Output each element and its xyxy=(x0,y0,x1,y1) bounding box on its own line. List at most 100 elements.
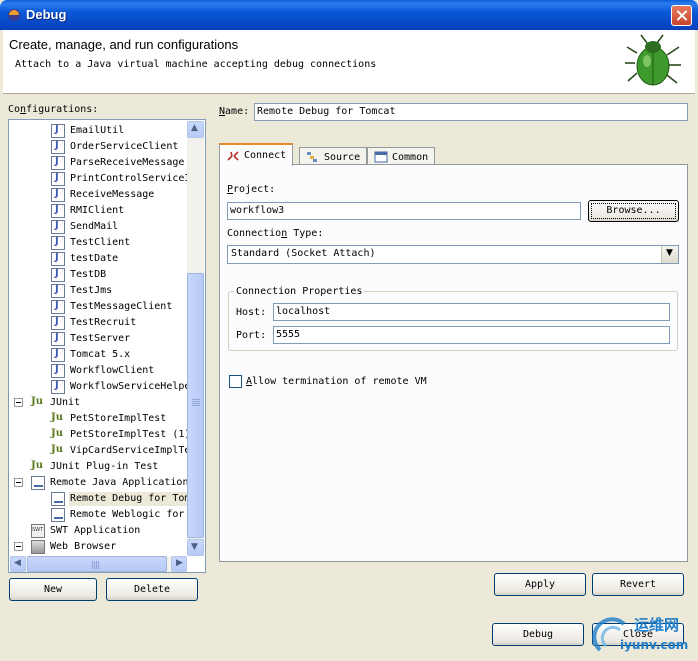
tree-item-label: JUnit Plug-in Test xyxy=(50,461,159,472)
tree-item[interactable]: Tomcat 5.x xyxy=(51,347,131,363)
java-app-icon xyxy=(51,220,65,234)
tree-item-label: testDate xyxy=(70,253,119,264)
allow-termination-checkbox[interactable] xyxy=(229,375,242,388)
connection-type-select[interactable]: Standard (Socket Attach) xyxy=(227,245,679,264)
scroll-left-button[interactable] xyxy=(10,556,26,572)
tree-item[interactable]: WorkflowServiceHelpe xyxy=(51,379,191,395)
debug-button[interactable]: Debug xyxy=(492,623,584,646)
java-app-icon xyxy=(51,156,65,170)
tree-horizontal-scrollbar[interactable] xyxy=(10,556,187,572)
web-browser-icon xyxy=(31,540,45,554)
tree-item[interactable]: TestDB xyxy=(51,267,107,283)
tree-item-label: SWT Application xyxy=(50,525,141,536)
tree-item-label: OrderServiceClient xyxy=(70,141,179,152)
configurations-label: Configurations: xyxy=(8,104,99,115)
tree-item[interactable]: JUnit xyxy=(31,395,81,411)
tree-item-label: ReceiveMessage xyxy=(70,189,155,200)
host-input[interactable]: localhost xyxy=(273,303,670,321)
collapse-toggle-icon[interactable] xyxy=(14,542,23,551)
tree-item[interactable]: PetStoreImplTest (1) xyxy=(51,427,191,443)
watermark: 运维网 iyunv.com xyxy=(592,612,696,658)
apply-button[interactable]: Apply xyxy=(494,573,586,596)
junit-icon xyxy=(51,412,65,426)
name-input[interactable]: Remote Debug for Tomcat xyxy=(254,103,688,121)
collapse-toggle-icon[interactable] xyxy=(14,478,23,487)
scroll-thumb[interactable] xyxy=(187,273,204,538)
browse-button-label: Browse... xyxy=(606,205,661,216)
host-label: Host: xyxy=(236,307,267,318)
tree-item-label: TestJms xyxy=(70,285,113,296)
new-button[interactable]: New xyxy=(9,578,97,601)
scroll-up-button[interactable] xyxy=(187,121,204,138)
project-input[interactable]: workflow3 xyxy=(227,202,581,220)
tree-item-label: PetStoreImplTest xyxy=(70,413,167,424)
port-value: 5555 xyxy=(276,329,301,340)
java-app-icon xyxy=(51,204,65,218)
tree-item[interactable]: VipCardServiceImplTe xyxy=(51,443,191,459)
new-button-label: New xyxy=(43,584,63,595)
tree-item[interactable]: SWT Application xyxy=(31,523,141,539)
java-app-icon xyxy=(51,364,65,378)
swt-icon xyxy=(31,524,45,538)
header-message: Attach to a Java virtual machine accepti… xyxy=(15,59,377,70)
tree-item[interactable]: ReceiveMessage xyxy=(51,187,155,203)
tree-item[interactable]: PetStoreImplTest xyxy=(51,411,167,427)
scroll-right-button[interactable] xyxy=(171,556,187,572)
revert-button[interactable]: Revert xyxy=(592,573,684,596)
project-label: Project: xyxy=(227,184,276,195)
tree-item[interactable]: PrintControlServiceI xyxy=(51,171,191,187)
tree-item[interactable]: ParseReceiveMessage xyxy=(51,155,185,171)
tree-item[interactable]: SendMail xyxy=(51,219,119,235)
tree-item[interactable]: TestMessageClient xyxy=(51,299,173,315)
connection-type-value: Standard (Socket Attach) xyxy=(231,248,376,259)
tree-item[interactable]: OrderServiceClient xyxy=(51,139,179,155)
close-window-button[interactable] xyxy=(671,5,692,26)
scroll-down-button[interactable] xyxy=(187,539,204,556)
tree-item-label: TestMessageClient xyxy=(70,301,173,312)
tree-item[interactable]: RMIClient xyxy=(51,203,125,219)
remote-app-icon xyxy=(31,476,45,490)
java-app-icon xyxy=(51,348,65,362)
junit-plugin-icon xyxy=(31,460,45,474)
name-label: Name: xyxy=(219,106,250,117)
title-bar: Debug xyxy=(0,0,698,30)
junit-icon xyxy=(31,396,45,410)
tree-item[interactable]: Web Browser xyxy=(31,539,117,555)
chevron-down-icon[interactable] xyxy=(661,246,678,263)
java-app-icon xyxy=(51,332,65,346)
java-app-icon xyxy=(51,236,65,250)
tree-item[interactable]: TestServer xyxy=(51,331,131,347)
tree-item-label: TestDB xyxy=(70,269,107,280)
header-title: Create, manage, and run configurations xyxy=(9,37,239,52)
java-app-icon xyxy=(51,284,65,298)
port-input[interactable]: 5555 xyxy=(273,326,670,344)
tree-item[interactable]: Remote Debug for Tom xyxy=(51,491,192,507)
tree-item[interactable]: testDate xyxy=(51,251,119,267)
browse-button[interactable]: Browse... xyxy=(588,200,679,222)
tree-item-label: PetStoreImplTest (1) xyxy=(70,429,191,440)
configurations-tree[interactable]: EmailUtil OrderServiceClient ParseReceiveM… xyxy=(8,119,206,573)
connection-type-label: Connection Type: xyxy=(227,228,324,239)
horizontal-scroll-thumb[interactable] xyxy=(27,556,167,572)
tree-item[interactable]: TestRecruit xyxy=(51,315,137,331)
tab-common-label: Common xyxy=(392,151,429,163)
delete-button-label: Delete xyxy=(133,584,171,595)
tree-item[interactable]: Remote Java Application xyxy=(31,475,189,491)
java-app-icon xyxy=(51,380,65,394)
tree-item-label: RMIClient xyxy=(70,205,125,216)
tab-connect[interactable]: Connect xyxy=(219,143,294,166)
delete-button[interactable]: Delete xyxy=(106,578,198,601)
tree-item-label: WorkflowClient xyxy=(70,365,155,376)
tree-item[interactable]: EmailUtil xyxy=(51,123,125,139)
debug-button-label: Debug xyxy=(522,629,554,640)
tree-vertical-scrollbar[interactable] xyxy=(187,121,204,556)
tree-item[interactable]: JUnit Plug-in Test xyxy=(31,459,159,475)
tree-item[interactable]: TestJms xyxy=(51,283,113,299)
tree-item[interactable]: WorkflowClient xyxy=(51,363,155,379)
java-app-icon xyxy=(51,300,65,314)
tree-item-label: Tomcat 5.x xyxy=(70,349,131,360)
tree-item[interactable]: Remote Weblogic for xyxy=(51,507,185,523)
tree-item-label: SendMail xyxy=(70,221,119,232)
collapse-toggle-icon[interactable] xyxy=(14,398,23,407)
tree-item[interactable]: TestClient xyxy=(51,235,131,251)
